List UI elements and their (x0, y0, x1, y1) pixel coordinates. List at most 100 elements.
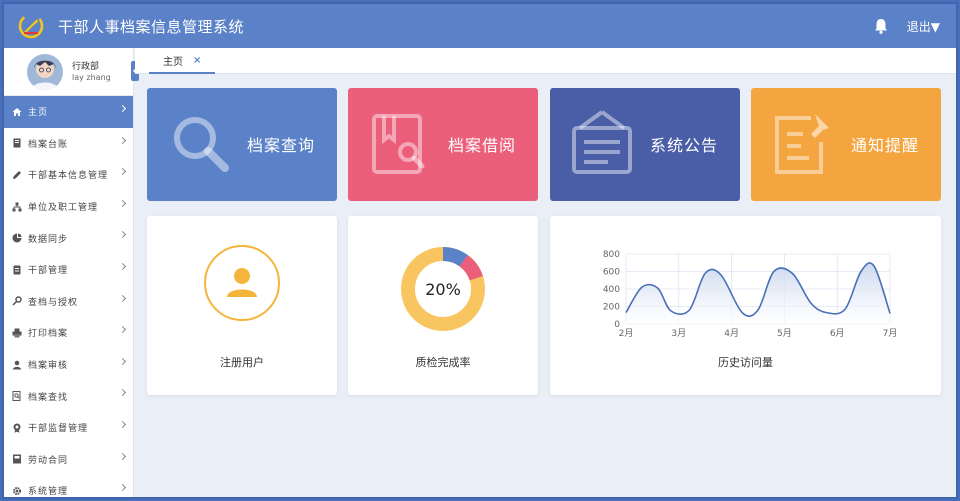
user-profile: 行政部 lay zhang (4, 48, 139, 96)
sidebar-item-supervision[interactable]: 干部监督管理 (4, 412, 133, 444)
y-tick-label: 200 (603, 303, 620, 313)
book-icon (12, 138, 22, 148)
sidebar-item-home[interactable]: 主页 (4, 96, 133, 128)
chevron-right-icon (118, 104, 127, 113)
badge-icon (12, 423, 22, 433)
sidebar-item-print[interactable]: 打印档案 (4, 317, 133, 349)
sidebar-item-search[interactable]: 档案查找 (4, 380, 133, 412)
tile-archive-borrow[interactable]: 档案借阅 (348, 88, 538, 201)
user-name: lay zhang (72, 73, 111, 82)
sidebar-item-label: 干部基本信息管理 (28, 171, 109, 182)
logout-button[interactable]: 退出▼ (907, 18, 940, 35)
sidebar-item-label: 档案审核 (28, 361, 69, 372)
stat-label: 注册用户 (220, 356, 264, 369)
x-tick-label: 3月 (671, 328, 686, 339)
sidebar-item-data-sync[interactable]: 数据同步 (4, 222, 133, 254)
top-header: 干部人事档案信息管理系统 退出▼ (4, 4, 956, 48)
edit-icon (12, 170, 22, 180)
sidebar-item-label: 干部管理 (28, 266, 69, 277)
chevron-right-icon (118, 484, 127, 492)
chevron-right-icon (118, 168, 127, 176)
search-doc-icon (12, 391, 22, 402)
y-tick-label: 800 (603, 250, 620, 260)
tile-label: 档案查询 (246, 136, 315, 155)
x-tick-label: 5月 (777, 328, 792, 339)
chevron-right-icon (118, 136, 127, 144)
chevron-right-icon (118, 452, 127, 460)
sidebar-item-cadre-manage[interactable]: 干部管理 (4, 254, 133, 286)
pie-icon (12, 233, 22, 243)
notice-board-icon (572, 110, 632, 174)
x-tick-label: 7月 (883, 328, 898, 339)
tile-label: 通知提醒 (850, 136, 919, 155)
tile-archive-query[interactable]: 档案查询 (147, 88, 337, 201)
sidebar-item-label: 档案台账 (28, 139, 69, 150)
sidebar-item-archive-ledger[interactable]: 档案台账 (4, 128, 133, 160)
sidebar-item-label: 系统管理 (28, 487, 69, 498)
sidebar-item-labor-contract[interactable]: 劳动合同 (4, 444, 133, 476)
user-icon (12, 360, 22, 370)
chevron-right-icon (118, 294, 127, 302)
series-area (626, 262, 890, 324)
sidebar-item-review[interactable]: 档案审核 (4, 349, 133, 381)
x-tick-label: 4月 (724, 328, 739, 339)
sidebar-nav: 主页 档案台账 干部基本信息管理 单位及职工管理 数据同步 干部管理 查档与授权… (4, 96, 133, 498)
stat-label: 质检完成率 (415, 356, 471, 369)
sidebar-item-label: 打印档案 (28, 329, 69, 340)
file-icon (12, 265, 22, 275)
chevron-right-icon (118, 199, 127, 207)
tile-system-notice[interactable]: 系统公告 (550, 88, 740, 201)
print-icon (12, 328, 22, 338)
party-emblem-icon (18, 13, 44, 39)
chevron-right-icon (118, 389, 127, 397)
card-registered-users[interactable]: 注册用户 (147, 216, 337, 395)
tab-bar: 主页 × (135, 48, 956, 74)
user-department: 行政部 (72, 62, 100, 72)
sidebar-item-access-auth[interactable]: 查档与授权 (4, 286, 133, 318)
sidebar: 行政部 lay zhang 主页 档案台账 干部基本信息管理 单位及职工管理 数… (4, 48, 139, 498)
tab-home[interactable]: 主页 × (149, 48, 216, 74)
visits-area-chart: 80060040020002月 3月 4月 5月 6月 7月 (603, 250, 898, 339)
sidebar-item-units-staff[interactable]: 单位及职工管理 (4, 191, 133, 223)
home-icon (12, 107, 22, 117)
gear-icon (12, 486, 22, 496)
avatar[interactable] (27, 54, 63, 90)
search-icon (174, 117, 229, 172)
chevron-right-icon (118, 326, 127, 334)
tile-label: 系统公告 (649, 136, 718, 155)
chevron-right-icon (118, 262, 127, 271)
card-quality-rate[interactable]: 20% 质检完成率 (348, 216, 538, 395)
close-icon[interactable]: × (193, 55, 201, 66)
sidebar-item-system[interactable]: 系统管理 (4, 475, 133, 498)
quality-value: 20% (425, 280, 461, 299)
chevron-right-icon (118, 231, 127, 239)
x-tick-label: 6月 (830, 328, 845, 339)
sidebar-item-label: 查档与授权 (28, 297, 79, 308)
sidebar-item-label: 劳动合同 (28, 455, 69, 466)
tab-label: 主页 (163, 56, 183, 68)
note-pin-icon (775, 114, 829, 174)
app-frame: 干部人事档案信息管理系统 退出▼ 行政部 lay zhang 主页 档案台账 干… (2, 2, 958, 499)
contract-icon (12, 454, 22, 464)
sidebar-item-label: 干部监督管理 (28, 424, 89, 435)
chart-title: 历史访问量 (718, 356, 773, 369)
card-visit-history[interactable]: 800 600 400 200 0 2月 3月 4月 5月 6月 7月 历史访问量 (550, 216, 941, 395)
bell-icon[interactable] (872, 17, 890, 35)
tile-notification[interactable]: 通知提醒 (751, 88, 941, 201)
chevron-right-icon (118, 420, 127, 428)
sidebar-item-label: 主页 (28, 108, 49, 119)
book-search-icon (372, 114, 425, 174)
x-tick-label: 2月 (619, 328, 634, 339)
user-icon (204, 245, 280, 321)
sidebar-item-cadre-info[interactable]: 干部基本信息管理 (4, 159, 133, 191)
app-title: 干部人事档案信息管理系统 (58, 18, 245, 36)
key-icon (12, 296, 22, 306)
tile-label: 档案借阅 (447, 136, 516, 155)
chevron-right-icon (118, 357, 127, 365)
y-tick-label: 600 (603, 268, 620, 278)
sidebar-item-label: 单位及职工管理 (28, 203, 99, 214)
y-tick-label: 400 (603, 285, 620, 295)
org-icon (12, 202, 22, 212)
sidebar-item-label: 数据同步 (28, 234, 69, 245)
sidebar-item-label: 档案查找 (28, 392, 69, 403)
